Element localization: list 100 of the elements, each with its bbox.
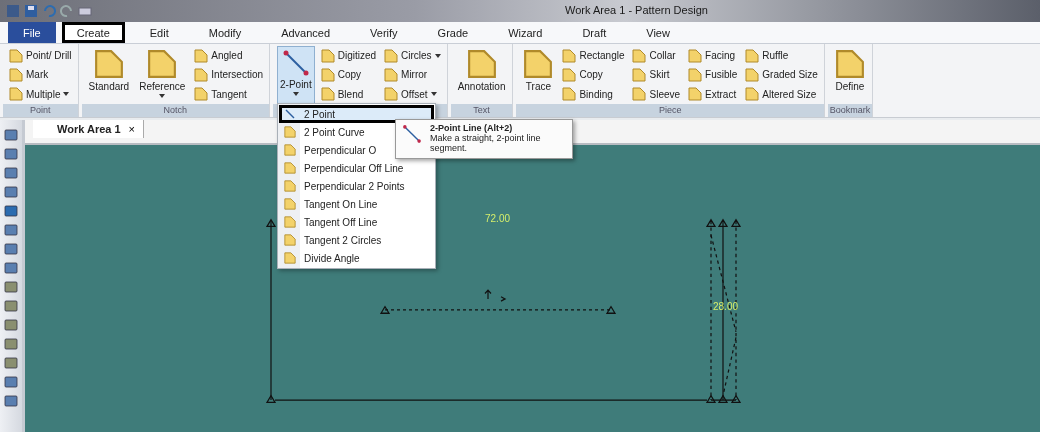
pattern-piece-icon	[284, 180, 296, 192]
group-label: Text	[450, 104, 513, 117]
ribbon-button[interactable]: Circles	[382, 46, 443, 65]
arrow-marks-drawing	[484, 289, 507, 302]
dimension-label: 72.00	[485, 211, 510, 225]
ribbon-button[interactable]: Fusible	[686, 66, 740, 84]
ribbon-button[interactable]: Mirror	[382, 66, 443, 84]
ribbon-button[interactable]: Facing	[686, 46, 740, 65]
pattern-piece-icon	[562, 87, 577, 102]
ribbon-button[interactable]: Tangent	[192, 85, 265, 104]
ribbon-button[interactable]: Altered Size	[743, 85, 820, 104]
pattern-piece-icon	[745, 68, 760, 82]
pattern-piece-icon	[194, 87, 209, 102]
menu-item[interactable]: Tangent 2 Circles	[279, 231, 434, 249]
pattern-piece-icon	[688, 68, 703, 82]
ribbon-button[interactable]: Copy	[318, 66, 379, 84]
ribbon-button[interactable]: Angled	[192, 46, 265, 65]
menu-item[interactable]: Divide Angle	[279, 249, 434, 267]
ribbon-tab[interactable]: Create	[61, 22, 125, 43]
pattern-piece-icon	[688, 87, 703, 102]
ribbon-tab[interactable]: Verify	[355, 22, 413, 43]
pattern-piece-icon	[9, 68, 23, 82]
pattern-piece-icon	[320, 48, 335, 63]
group-label: Piece	[516, 104, 824, 117]
pattern-piece-icon	[632, 87, 647, 102]
ribbon-large-button[interactable]: Reference	[136, 46, 189, 104]
line-icon	[284, 108, 296, 120]
pattern-piece-icon	[632, 68, 647, 82]
close-button[interactable]: ×	[128, 123, 136, 135]
caret-icon	[430, 92, 437, 97]
document-tab[interactable]: Work Area 1 ×	[33, 120, 145, 138]
ribbon-tab[interactable]: View	[631, 22, 685, 43]
ribbon-tab[interactable]: Advanced	[266, 22, 346, 43]
tooltip-title: 2-Point Line (Alt+2)	[429, 123, 514, 133]
ribbon-button[interactable]: Ruffle	[743, 46, 820, 65]
pattern-piece-icon	[384, 68, 399, 82]
ribbon-button[interactable]: Collar	[630, 46, 683, 65]
ribbon-large-button[interactable]: 2-Point	[277, 46, 315, 104]
pattern-piece-icon	[320, 87, 335, 102]
pattern-piece-icon	[9, 48, 23, 63]
file-menu-button[interactable]: File	[8, 22, 56, 43]
pattern-piece-icon	[194, 68, 209, 82]
pattern-piece-icon	[284, 216, 296, 228]
ribbon-large-button[interactable]: Trace	[520, 46, 557, 104]
ribbon-button[interactable]: Binding	[560, 85, 627, 104]
pattern-piece-icon	[562, 48, 577, 63]
pattern-piece-icon	[320, 68, 335, 82]
group-label: Notch	[81, 104, 269, 117]
pattern-piece-icon	[194, 48, 209, 63]
ribbon-button[interactable]: Mark	[7, 66, 74, 84]
pattern-piece-icon	[834, 49, 865, 79]
pattern-piece-icon	[284, 252, 296, 264]
pattern-piece-icon	[93, 49, 124, 79]
pattern-piece-icon	[384, 48, 399, 63]
ribbon-button[interactable]: Intersection	[192, 66, 265, 84]
menu-item[interactable]: Tangent On Line	[279, 195, 434, 213]
menu-item[interactable]: Perpendicular Off Line	[279, 159, 434, 177]
pattern-piece-icon	[466, 49, 497, 79]
pattern-piece-icon	[147, 49, 178, 79]
ribbon-tab[interactable]: Grade	[422, 22, 484, 43]
pattern-piece-icon	[384, 87, 399, 102]
menu-item[interactable]: Tangent Off Line	[279, 213, 434, 231]
ribbon-button[interactable]: Sleeve	[630, 85, 683, 104]
ribbon-button[interactable]: Multiple	[7, 85, 74, 104]
ribbon-button[interactable]: Blend	[318, 85, 379, 104]
ribbon-large-button[interactable]: Annotation	[454, 46, 509, 104]
pattern-piece-icon	[284, 234, 296, 246]
ribbon-button[interactable]: Point/ Drill	[7, 46, 74, 65]
caret-icon	[434, 53, 441, 58]
ribbon-tab[interactable]: Wizard	[493, 22, 558, 43]
ribbon-button[interactable]: Copy	[560, 66, 627, 84]
pattern-piece-icon	[523, 49, 554, 79]
ribbon-tab[interactable]: Modify	[193, 22, 257, 43]
caret-icon	[292, 92, 299, 96]
caret-icon	[63, 92, 70, 97]
ribbon-large-button[interactable]: Standard	[85, 46, 133, 104]
pattern-piece-icon	[688, 48, 703, 63]
line-icon	[402, 123, 422, 145]
pattern-piece-icon	[284, 126, 296, 138]
ribbon-tab[interactable]: Draft	[567, 22, 622, 43]
line-icon	[281, 49, 310, 77]
pattern-piece-icon	[745, 87, 760, 102]
ribbon-large-button[interactable]: Define	[831, 46, 868, 104]
ribbon-button[interactable]: Graded Size	[743, 66, 820, 84]
ribbon-button[interactable]: Extract	[686, 85, 740, 104]
ribbon-button[interactable]: Digitized	[318, 46, 379, 65]
pattern-piece-icon	[284, 198, 296, 210]
pattern-piece-icon	[745, 48, 760, 63]
pattern-piece-icon	[284, 144, 296, 156]
tooltip-text: Make a straight, 2-point line segment.	[429, 133, 542, 153]
ribbon-button[interactable]: Rectangle	[560, 46, 627, 65]
ribbon-tab[interactable]: Edit	[134, 22, 184, 43]
ribbon-button[interactable]: Skirt	[630, 66, 683, 84]
pattern-piece-icon	[284, 162, 296, 174]
ribbon-button[interactable]: Offset	[382, 85, 443, 104]
group-label: Bookmark	[827, 104, 872, 117]
pattern-piece-icon	[632, 48, 647, 63]
menu-item[interactable]: Perpendicular 2 Points	[279, 177, 434, 195]
menu-item[interactable]: 2 Point	[279, 105, 434, 123]
pattern-piece-icon	[9, 87, 23, 102]
